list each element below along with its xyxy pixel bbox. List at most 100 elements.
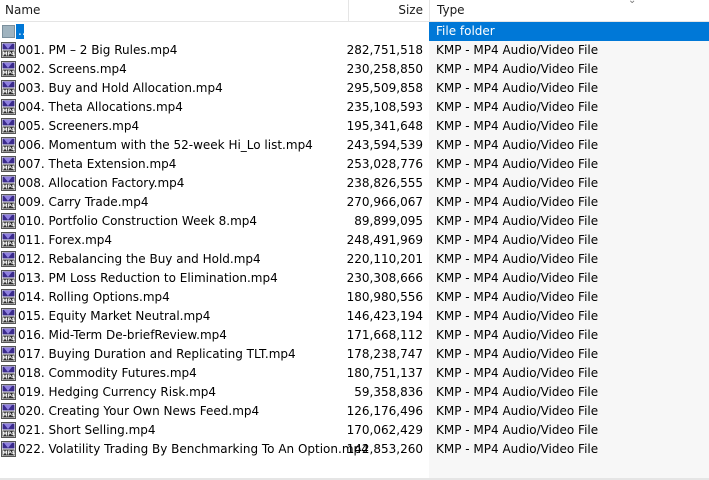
svg-text:MP4: MP4 — [2, 166, 15, 172]
file-row[interactable]: MP4 018. Commodity Futures.mp4 180,751,1… — [0, 364, 709, 383]
file-name: 021. Short Selling.mp4 — [18, 423, 156, 437]
svg-text:MP4: MP4 — [2, 337, 15, 343]
file-rows: .. File folder MP4 001. PM – 2 Big Rules… — [0, 22, 709, 459]
file-row[interactable]: MP4 015. Equity Market Neutral.mp4 146,4… — [0, 307, 709, 326]
file-size: 270,966,067 — [346, 195, 423, 209]
mp4-file-icon: MP4 — [1, 403, 16, 419]
file-type: KMP - MP4 Audio/Video File — [436, 62, 599, 76]
file-size: 178,238,747 — [346, 347, 423, 361]
file-type: KMP - MP4 Audio/Video File — [436, 347, 599, 361]
file-name: 004. Theta Allocations.mp4 — [18, 100, 183, 114]
file-size: 89,899,095 — [354, 214, 423, 228]
file-name: 001. PM – 2 Big Rules.mp4 — [18, 43, 178, 57]
file-type: File folder — [436, 24, 495, 38]
svg-text:MP4: MP4 — [2, 261, 15, 267]
file-size: 59,358,836 — [354, 385, 423, 399]
file-name: .. — [18, 24, 26, 38]
svg-text:MP4: MP4 — [2, 318, 15, 324]
file-size: 295,509,858 — [346, 81, 423, 95]
column-header-type[interactable]: Type — [437, 3, 465, 18]
file-name: 003. Buy and Hold Allocation.mp4 — [18, 81, 223, 95]
file-row[interactable]: MP4 008. Allocation Factory.mp4 238,826,… — [0, 174, 709, 193]
file-row[interactable]: MP4 014. Rolling Options.mp4 180,980,556… — [0, 288, 709, 307]
file-size: 171,668,112 — [346, 328, 423, 342]
file-row[interactable]: MP4 001. PM – 2 Big Rules.mp4 282,751,51… — [0, 41, 709, 60]
mp4-file-icon: MP4 — [1, 308, 16, 324]
file-row[interactable]: MP4 021. Short Selling.mp4 170,062,429 K… — [0, 421, 709, 440]
file-row[interactable]: MP4 019. Hedging Currency Risk.mp4 59,35… — [0, 383, 709, 402]
mp4-file-icon: MP4 — [1, 422, 16, 438]
file-name: 006. Momentum with the 52-week Hi_Lo lis… — [18, 138, 313, 152]
column-header-size[interactable]: Size — [360, 3, 423, 18]
column-header-bar: Name Size Type ⌄ — [0, 0, 709, 22]
mp4-file-icon: MP4 — [1, 175, 16, 191]
file-type: KMP - MP4 Audio/Video File — [436, 233, 599, 247]
file-size: 238,826,555 — [346, 176, 423, 190]
file-type: KMP - MP4 Audio/Video File — [436, 290, 599, 304]
mp4-file-icon: MP4 — [1, 213, 16, 229]
mp4-file-icon: MP4 — [1, 365, 16, 381]
svg-text:MP4: MP4 — [2, 71, 15, 77]
file-size: 248,491,969 — [346, 233, 423, 247]
file-size: 230,258,850 — [346, 62, 423, 76]
mp4-file-icon: MP4 — [1, 194, 16, 210]
svg-text:MP4: MP4 — [2, 451, 15, 457]
file-type: KMP - MP4 Audio/Video File — [436, 195, 599, 209]
file-row[interactable]: MP4 020. Creating Your Own News Feed.mp4… — [0, 402, 709, 421]
svg-text:MP4: MP4 — [2, 432, 15, 438]
parent-folder-icon — [2, 25, 15, 38]
file-size: 235,108,593 — [346, 100, 423, 114]
mp4-file-icon: MP4 — [1, 137, 16, 153]
mp4-file-icon: MP4 — [1, 156, 16, 172]
column-divider[interactable] — [348, 0, 349, 21]
svg-text:MP4: MP4 — [2, 109, 15, 115]
file-row[interactable]: MP4 010. Portfolio Construction Week 8.m… — [0, 212, 709, 231]
file-type: KMP - MP4 Audio/Video File — [436, 271, 599, 285]
file-name: 020. Creating Your Own News Feed.mp4 — [18, 404, 260, 418]
file-name: 011. Forex.mp4 — [18, 233, 113, 247]
file-type: KMP - MP4 Audio/Video File — [436, 100, 599, 114]
parent-folder-row[interactable]: .. File folder — [0, 22, 709, 41]
file-row[interactable]: MP4 017. Buying Duration and Replicating… — [0, 345, 709, 364]
column-header-name[interactable]: Name — [5, 3, 40, 18]
file-name: 005. Screeners.mp4 — [18, 119, 140, 133]
file-name: 022. Volatility Trading By Benchmarking … — [18, 442, 369, 456]
mp4-file-icon: MP4 — [1, 384, 16, 400]
svg-text:MP4: MP4 — [2, 185, 15, 191]
file-size: 243,594,539 — [346, 138, 423, 152]
file-type: KMP - MP4 Audio/Video File — [436, 43, 599, 57]
mp4-file-icon: MP4 — [1, 327, 16, 343]
svg-text:MP4: MP4 — [2, 242, 15, 248]
file-size: 253,028,776 — [346, 157, 423, 171]
file-row[interactable]: MP4 002. Screens.mp4 230,258,850 KMP - M… — [0, 60, 709, 79]
file-type: KMP - MP4 Audio/Video File — [436, 442, 599, 456]
mp4-file-icon: MP4 — [1, 61, 16, 77]
file-row[interactable]: MP4 011. Forex.mp4 248,491,969 KMP - MP4… — [0, 231, 709, 250]
file-type: KMP - MP4 Audio/Video File — [436, 157, 599, 171]
file-row[interactable]: MP4 022. Volatility Trading By Benchmark… — [0, 440, 709, 459]
svg-text:MP4: MP4 — [2, 394, 15, 400]
column-divider[interactable] — [429, 0, 430, 21]
svg-text:MP4: MP4 — [2, 204, 15, 210]
file-row[interactable]: MP4 007. Theta Extension.mp4 253,028,776… — [0, 155, 709, 174]
file-type: KMP - MP4 Audio/Video File — [436, 176, 599, 190]
file-name: 008. Allocation Factory.mp4 — [18, 176, 185, 190]
file-name: 013. PM Loss Reduction to Elimination.mp… — [18, 271, 278, 285]
file-row[interactable]: MP4 013. PM Loss Reduction to Eliminatio… — [0, 269, 709, 288]
mp4-file-icon: MP4 — [1, 346, 16, 362]
file-type: KMP - MP4 Audio/Video File — [436, 81, 599, 95]
file-row[interactable]: MP4 004. Theta Allocations.mp4 235,108,5… — [0, 98, 709, 117]
mp4-file-icon: MP4 — [1, 232, 16, 248]
file-row[interactable]: MP4 012. Rebalancing the Buy and Hold.mp… — [0, 250, 709, 269]
file-name: 010. Portfolio Construction Week 8.mp4 — [18, 214, 258, 228]
file-row[interactable]: MP4 006. Momentum with the 52-week Hi_Lo… — [0, 136, 709, 155]
mp4-file-icon: MP4 — [1, 118, 16, 134]
svg-text:MP4: MP4 — [2, 52, 15, 58]
file-row[interactable]: MP4 005. Screeners.mp4 195,341,648 KMP -… — [0, 117, 709, 136]
mp4-file-icon: MP4 — [1, 99, 16, 115]
file-row[interactable]: MP4 009. Carry Trade.mp4 270,966,067 KMP… — [0, 193, 709, 212]
svg-text:MP4: MP4 — [2, 90, 15, 96]
svg-text:MP4: MP4 — [2, 356, 15, 362]
file-row[interactable]: MP4 003. Buy and Hold Allocation.mp4 295… — [0, 79, 709, 98]
file-row[interactable]: MP4 016. Mid-Term De-briefReview.mp4 171… — [0, 326, 709, 345]
